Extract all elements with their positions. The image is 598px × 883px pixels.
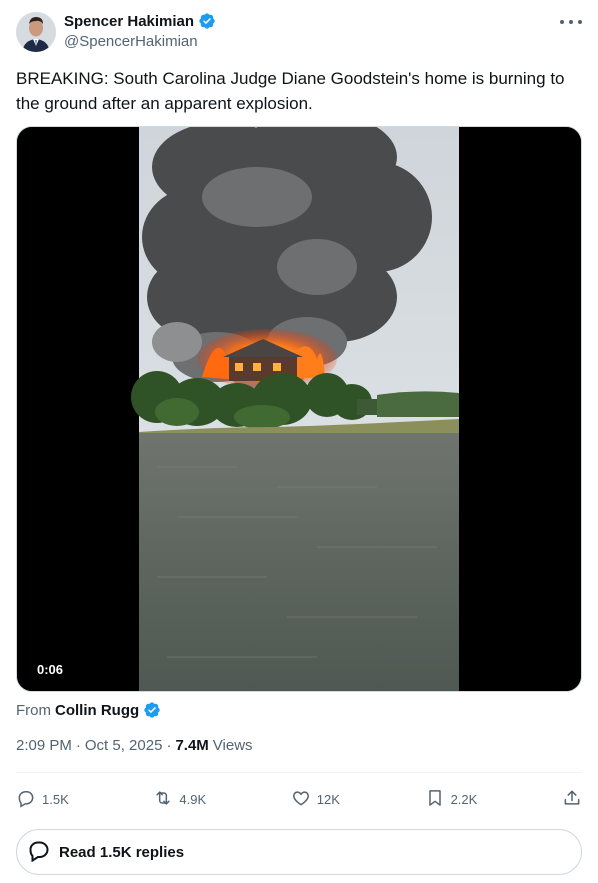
read-replies-label: Read 1.5K replies — [59, 843, 185, 861]
video-duration: 0:06 — [29, 660, 72, 679]
divider — [16, 772, 582, 773]
meta-separator: · — [166, 737, 172, 754]
tweet-meta: 2:09 PM · Oct 5, 2025 · 7.4M Views — [16, 737, 253, 754]
verified-badge-icon — [143, 701, 161, 719]
bookmark-button[interactable]: 2.2K — [425, 788, 478, 811]
video-player[interactable]: 0:06 — [16, 126, 582, 692]
repost-icon — [153, 788, 173, 811]
like-button[interactable]: 12K — [291, 788, 340, 811]
attribution-label: From — [16, 701, 51, 719]
reply-count: 1.5K — [42, 791, 69, 807]
heart-icon — [291, 788, 311, 811]
views-label: Views — [212, 737, 253, 754]
action-bar: 1.5K 4.9K 12K 2.2K — [16, 785, 582, 813]
meta-separator: · — [75, 737, 81, 754]
share-button[interactable] — [562, 788, 582, 811]
author-name[interactable]: Spencer Hakimian — [64, 13, 194, 30]
repost-count: 4.9K — [179, 791, 207, 807]
bookmark-count: 2.2K — [450, 791, 478, 807]
chat-bubble-icon — [27, 838, 51, 866]
like-count: 12K — [316, 791, 340, 807]
verified-badge-icon — [198, 12, 216, 30]
author-handle[interactable]: @SpencerHakimian — [64, 33, 198, 50]
author-name-row[interactable]: Spencer Hakimian — [64, 12, 216, 30]
bookmark-icon — [425, 788, 445, 811]
tweet-text: BREAKING: South Carolina Judge Diane Goo… — [16, 69, 565, 113]
share-icon — [562, 788, 582, 811]
reply-button[interactable]: 1.5K — [16, 788, 69, 811]
tweet-date[interactable]: Oct 5, 2025 — [85, 737, 163, 754]
attribution-source[interactable]: Collin Rugg — [55, 702, 139, 719]
video-attribution: From Collin Rugg — [16, 701, 161, 719]
read-replies-button[interactable]: Read 1.5K replies — [16, 829, 582, 875]
views-count: 7.4M — [175, 737, 209, 754]
reply-icon — [16, 788, 36, 811]
repost-button[interactable]: 4.9K — [153, 788, 206, 811]
more-options-icon[interactable] — [560, 14, 582, 30]
avatar[interactable] — [16, 12, 56, 52]
tweet-time[interactable]: 2:09 PM — [16, 737, 72, 754]
